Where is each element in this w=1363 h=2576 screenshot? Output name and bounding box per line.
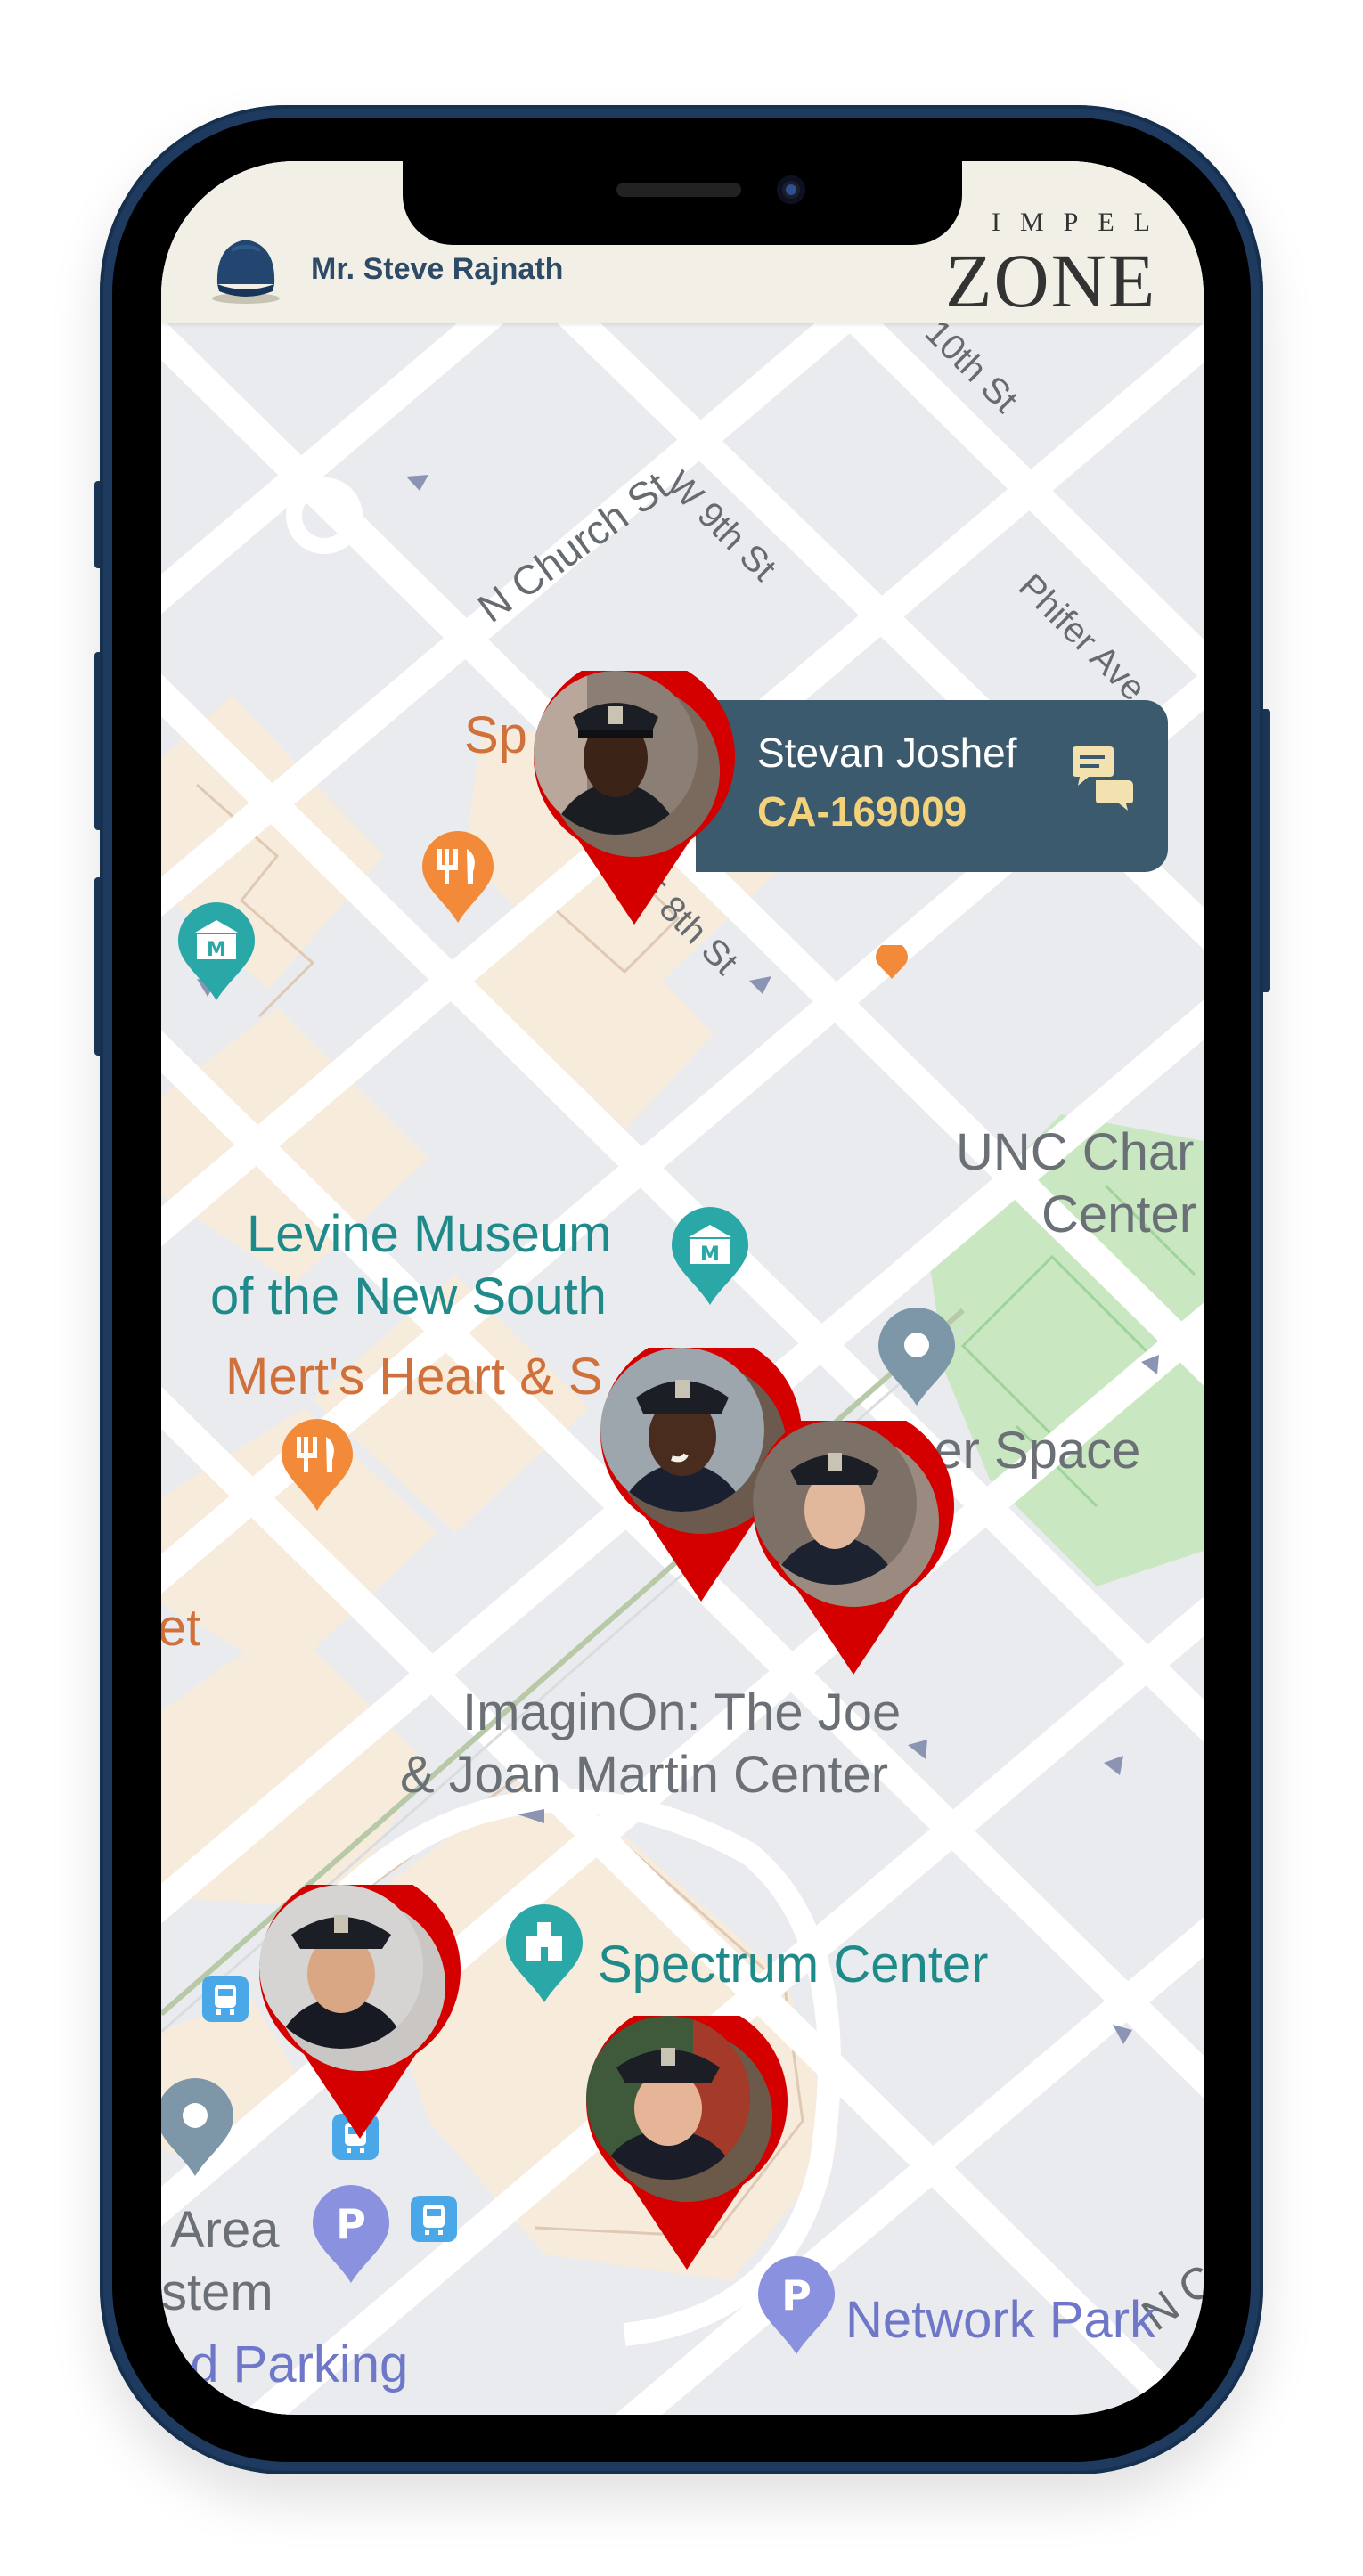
officer-pin-5[interactable] <box>586 2016 788 2274</box>
logo-main-text: ZONE <box>945 238 1157 323</box>
phone-screen: N Church St W 9th St E 8th St Phifer Ave… <box>161 161 1204 2415</box>
place-label-et: et <box>161 1599 201 1657</box>
map-view[interactable]: N Church St W 9th St E 8th St Phifer Ave… <box>161 161 1204 2415</box>
place-label-ed-parking: ed Parking <box>161 2336 409 2393</box>
place-label-imaginon-2: & Joan Martin Center <box>400 1746 889 1804</box>
app-logo: IMPEL ZONE <box>945 208 1170 323</box>
officer-photo <box>534 671 698 835</box>
officer-photo <box>753 1421 917 1585</box>
place-label-unc-1: UNC Char <box>956 1123 1195 1181</box>
officer-pin-3[interactable] <box>753 1421 954 1679</box>
place-label-area: Area <box>170 2201 280 2259</box>
user-name: Mr. Steve Rajnath <box>311 252 564 286</box>
officer-pin-4[interactable] <box>259 1885 461 2143</box>
restaurant-icon[interactable] <box>418 829 498 927</box>
chat-bubbles-icon[interactable] <box>1069 745 1137 811</box>
logo-top-text: IMPEL <box>992 208 1170 237</box>
svg-text:P: P <box>336 2200 366 2248</box>
place-label-sp: Sp <box>464 706 527 764</box>
museum-icon[interactable]: M <box>174 901 259 1006</box>
phone-notch <box>403 161 962 245</box>
officer-photo <box>600 1348 764 1512</box>
speaker-grille <box>616 183 741 197</box>
place-label-unc-2: Center <box>1041 1186 1197 1243</box>
place-label-merts: Mert's Heart & S <box>225 1348 603 1406</box>
restaurant-icon[interactable] <box>874 945 910 981</box>
parking-icon[interactable]: P <box>308 2183 394 2288</box>
front-camera <box>777 175 805 204</box>
officer-id: CA-169009 <box>757 788 967 835</box>
arena-icon[interactable] <box>502 1903 587 2008</box>
place-label-stem: stem <box>161 2263 273 2321</box>
place-label-levine-1: Levine Museum <box>247 1205 612 1263</box>
svg-text:M: M <box>700 1243 720 1266</box>
restaurant-icon[interactable] <box>277 1417 357 1515</box>
location-pin-icon[interactable] <box>161 2076 238 2181</box>
place-label-network-park: Network Park <box>845 2291 1156 2349</box>
officer-pin-stevan-joshef[interactable] <box>534 671 735 929</box>
officer-photo <box>586 2016 750 2180</box>
transit-icon[interactable] <box>409 2194 459 2244</box>
svg-text:P: P <box>781 2271 812 2319</box>
officer-photo <box>259 1885 423 2049</box>
place-label-imaginon-1: ImaginOn: The Joe <box>462 1683 902 1741</box>
police-cap-icon[interactable] <box>210 232 282 306</box>
museum-icon[interactable]: M <box>667 1205 753 1310</box>
transit-icon[interactable] <box>200 1974 250 2024</box>
officer-name: Stevan Joshef <box>757 730 1017 776</box>
location-pin-icon[interactable] <box>874 1306 959 1411</box>
place-label-spectrum: Spectrum Center <box>598 1936 989 1993</box>
place-label-levine-2: of the New South <box>210 1268 607 1325</box>
svg-text:M: M <box>207 939 226 961</box>
